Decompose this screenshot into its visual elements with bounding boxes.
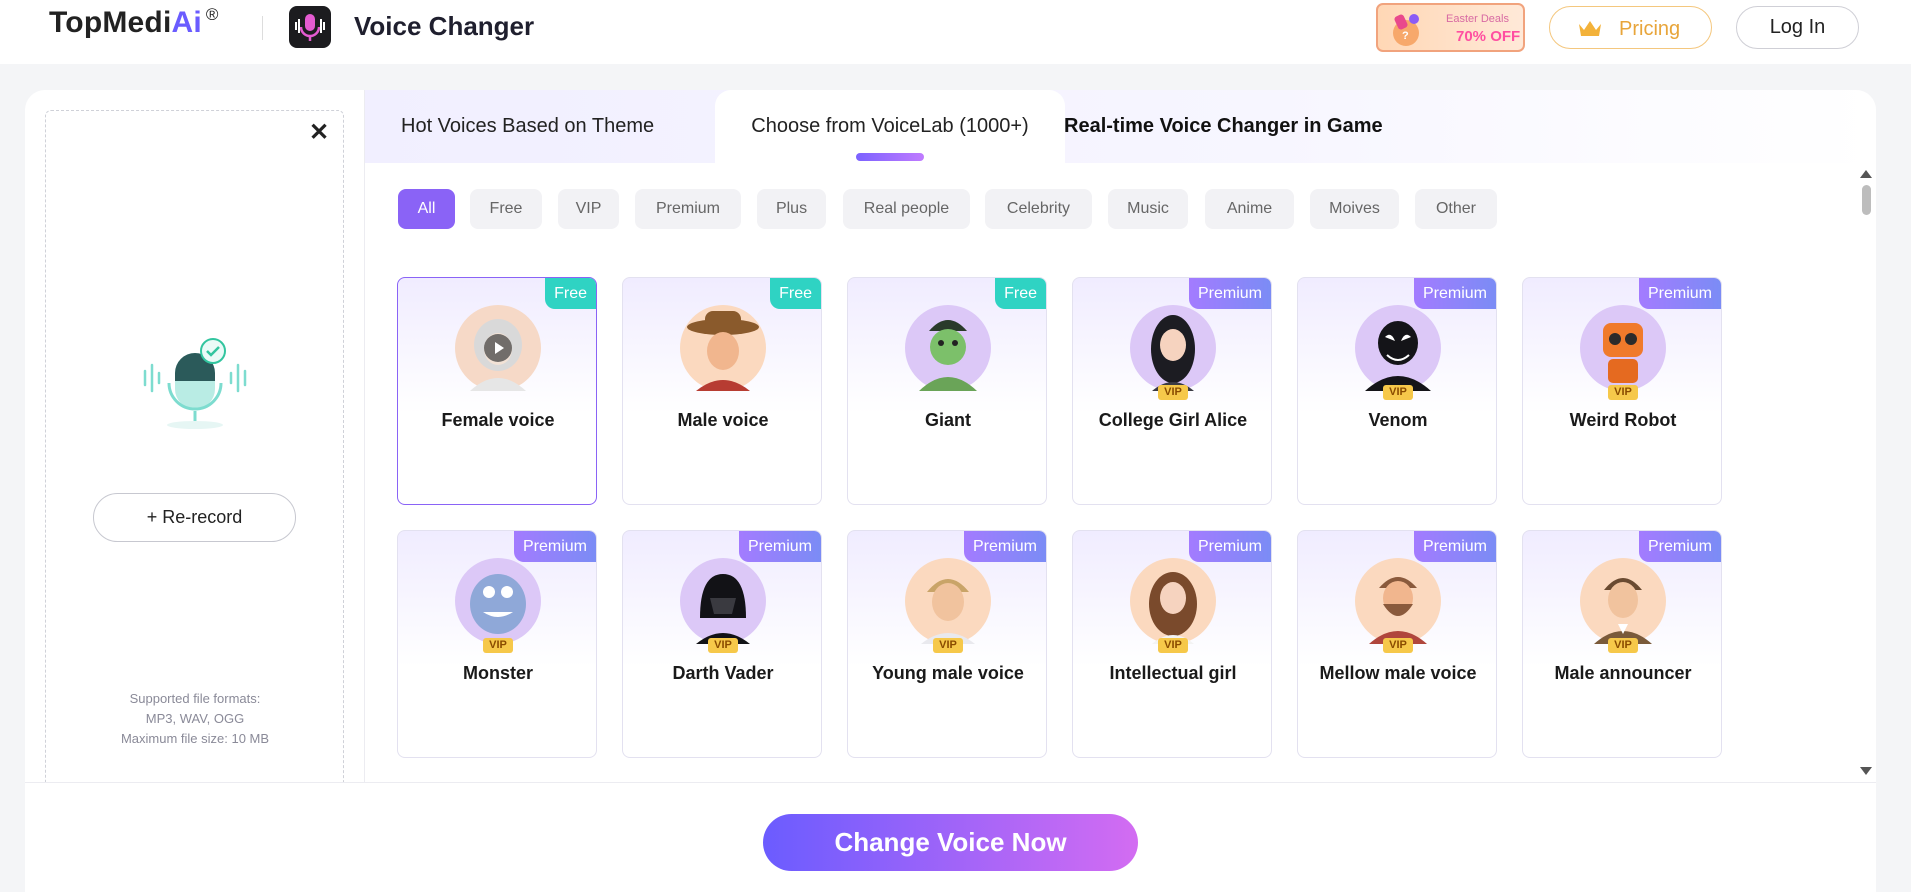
voice-name: Venom [1368,410,1428,430]
giant-avatar [905,305,991,391]
voice-changer-app-icon [289,6,331,48]
filter-chip-premium[interactable]: Premium [635,189,741,229]
brand-main-text: TopMedi [49,6,172,39]
svg-text:?: ? [1402,30,1409,42]
intellectual-girl-avatar [1130,558,1216,644]
monster-avatar [455,558,541,644]
voice-card[interactable]: Premium VIP Male announcer [1522,530,1722,758]
change-voice-now-button[interactable]: Change Voice Now [763,814,1138,871]
play-icon[interactable] [484,334,512,362]
voice-card[interactable]: Premium VIP Weird Robot [1522,277,1722,505]
formats-line-2: MP3, WAV, OGG [145,711,245,726]
voice-name: Young male voice [872,663,1024,683]
voice-card[interactable]: Premium VIP Mellow male voice [1297,530,1497,758]
filter-chip-free[interactable]: Free [470,189,542,229]
formats-line-1: Supported file formats: [129,691,261,706]
filter-chip-vip[interactable]: VIP [558,189,619,229]
filter-chip-all[interactable]: All [398,189,455,229]
voice-name: Weird Robot [1569,410,1677,430]
vip-badge: VIP [1608,385,1638,400]
formats-line-3: Maximum file size: 10 MB [120,731,270,746]
promo-line-2: 70% OFF [1456,28,1521,45]
microphone-recorded-icon [143,338,247,429]
voice-name: Intellectual girl [1109,663,1237,683]
gift-icon: ? [1393,14,1419,46]
tab-voicelab[interactable]: Choose from VoiceLab (1000+) [715,90,1065,163]
voice-name: Monster [462,663,533,683]
filter-chip-plus[interactable]: Plus [757,189,826,229]
vip-badge: VIP [1608,638,1638,653]
voice-name: Female voice [441,410,555,430]
voice-card[interactable]: Free Giant [847,277,1047,505]
filter-chip-music[interactable]: Music [1108,189,1188,229]
darth-vader-avatar [680,558,766,644]
free-badge: Free [545,278,596,309]
crown-icon [1579,21,1601,36]
login-button[interactable]: Log In [1736,6,1859,49]
young-male-avatar [905,558,991,644]
vip-badge: VIP [1158,385,1188,400]
scroll-down-arrow-icon[interactable] [1859,766,1873,776]
voice-card[interactable]: Premium VIP Venom [1297,277,1497,505]
filter-chip-anime[interactable]: Anime [1205,189,1294,229]
voice-card[interactable]: Premium VIP Intellectual girl [1072,530,1272,758]
voice-card[interactable]: Premium VIP Young male voice [847,530,1047,758]
promo-line-1: Easter Deals [1446,13,1509,25]
free-badge: Free [770,278,821,309]
tab-voicelab-label: Choose from VoiceLab (1000+) [751,115,1029,137]
voice-card[interactable]: Free Female voice [397,277,597,505]
voice-name: Male voice [677,410,769,430]
college-girl-avatar [1130,305,1216,391]
voice-card[interactable]: Premium VIP Darth Vader [622,530,822,758]
pricing-button[interactable]: Pricing [1549,6,1712,49]
brand-logo[interactable]: TopMediAi ® [49,5,219,40]
voice-name: College Girl Alice [1098,410,1248,430]
supported-formats-info: Supported file formats: MP3, WAV, OGG Ma… [110,689,280,749]
voice-name: Male announcer [1554,663,1692,683]
free-badge: Free [995,278,1046,309]
upload-zone[interactable] [45,110,344,782]
easter-deals-banner[interactable]: ? Easter Deals 70% OFF [1376,3,1525,52]
panel-divider [364,90,365,782]
app-title: Voice Changer [354,11,535,41]
header-divider [262,16,263,40]
mellow-male-avatar [1355,558,1441,644]
venom-avatar [1355,305,1441,391]
filter-chip-moives[interactable]: Moives [1310,189,1399,229]
pricing-label: Pricing [1619,18,1681,40]
cowboy-avatar [680,305,766,391]
vip-badge: VIP [1383,385,1413,400]
active-tab-indicator [856,153,924,161]
filter-chip-celebrity[interactable]: Celebrity [985,189,1092,229]
brand-ai-text: Ai [171,6,202,39]
voice-name: Giant [924,410,971,430]
registered-mark: ® [205,5,219,24]
filter-chip-real-people[interactable]: Real people [843,189,970,229]
tab-hot-voices[interactable]: Hot Voices Based on Theme [365,90,715,163]
tab-realtime-game[interactable]: Real-time Voice Changer in Game [1064,90,1464,163]
voice-card[interactable]: Premium VIP College Girl Alice [1072,277,1272,505]
vip-badge: VIP [933,638,963,653]
vip-badge: VIP [483,638,513,653]
vip-badge: VIP [1158,638,1188,653]
re-record-button[interactable]: + Re-record [93,493,296,542]
filter-chip-other[interactable]: Other [1415,189,1497,229]
voice-name: Darth Vader [672,663,774,683]
voice-card[interactable]: Free Male voice [622,277,822,505]
scrollbar-thumb[interactable] [1862,185,1871,215]
vip-badge: VIP [708,638,738,653]
scroll-up-arrow-icon[interactable] [1859,169,1873,179]
voice-name: Mellow male voice [1319,663,1477,683]
close-icon[interactable]: ✕ [307,121,331,145]
vip-badge: VIP [1383,638,1413,653]
male-announcer-avatar [1580,558,1666,644]
voice-card[interactable]: Premium VIP Monster [397,530,597,758]
robot-avatar [1580,305,1666,391]
top-header: TopMediAi ® Voice Changer ? Easter Deals … [0,0,1911,64]
